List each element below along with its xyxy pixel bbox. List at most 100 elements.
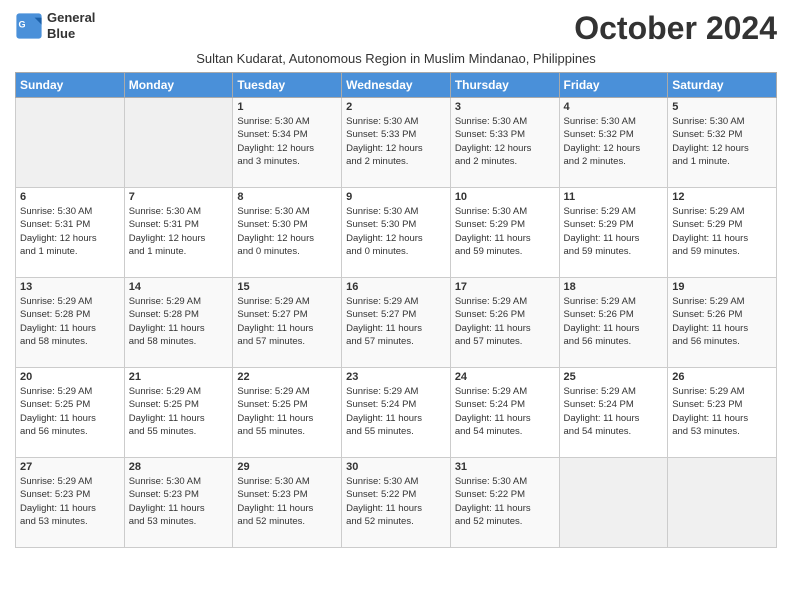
day-cell: 31 Sunrise: 5:30 AM Sunset: 5:22 PM Dayli… <box>450 458 559 548</box>
day-info: Sunrise: 5:29 AM Sunset: 5:29 PM Dayligh… <box>672 205 772 258</box>
day-info: Sunrise: 5:30 AM Sunset: 5:30 PM Dayligh… <box>237 205 337 258</box>
day-info: Sunrise: 5:30 AM Sunset: 5:33 PM Dayligh… <box>455 115 555 168</box>
day-number: 19 <box>672 281 772 293</box>
day-cell: 3 Sunrise: 5:30 AM Sunset: 5:33 PM Daylig… <box>450 98 559 188</box>
day-cell: 28 Sunrise: 5:30 AM Sunset: 5:23 PM Dayli… <box>124 458 233 548</box>
day-cell: 18 Sunrise: 5:29 AM Sunset: 5:26 PM Dayli… <box>559 278 668 368</box>
week-row-2: 6 Sunrise: 5:30 AM Sunset: 5:31 PM Daylig… <box>16 188 777 278</box>
month-title: October 2024 <box>574 10 777 47</box>
day-number: 7 <box>129 191 229 203</box>
day-cell: 30Sunrise: 5:30 AM Sunset: 5:22 PM Dayli… <box>342 458 451 548</box>
day-cell: 6 Sunrise: 5:30 AM Sunset: 5:31 PM Daylig… <box>16 188 125 278</box>
day-cell: 25Sunrise: 5:29 AM Sunset: 5:24 PM Dayli… <box>559 368 668 458</box>
header-tuesday: Tuesday <box>233 73 342 98</box>
day-info: Sunrise: 5:30 AM Sunset: 5:32 PM Dayligh… <box>672 115 772 168</box>
day-number: 4 <box>564 101 664 113</box>
day-cell: 2Sunrise: 5:30 AM Sunset: 5:33 PM Daylig… <box>342 98 451 188</box>
day-info: Sunrise: 5:29 AM Sunset: 5:24 PM Dayligh… <box>455 385 555 438</box>
day-number: 17 <box>455 281 555 293</box>
day-info: Sunrise: 5:29 AM Sunset: 5:24 PM Dayligh… <box>346 385 446 438</box>
day-cell <box>124 98 233 188</box>
day-cell <box>668 458 777 548</box>
day-info: Sunrise: 5:30 AM Sunset: 5:23 PM Dayligh… <box>237 475 337 528</box>
header-saturday: Saturday <box>668 73 777 98</box>
day-info: Sunrise: 5:30 AM Sunset: 5:29 PM Dayligh… <box>455 205 555 258</box>
day-number: 18 <box>564 281 664 293</box>
day-info: Sunrise: 5:29 AM Sunset: 5:27 PM Dayligh… <box>237 295 337 348</box>
day-info: Sunrise: 5:29 AM Sunset: 5:23 PM Dayligh… <box>20 475 120 528</box>
day-number: 16 <box>346 281 446 293</box>
day-info: Sunrise: 5:29 AM Sunset: 5:24 PM Dayligh… <box>564 385 664 438</box>
day-number: 23 <box>346 371 446 383</box>
calendar-table: SundayMondayTuesdayWednesdayThursdayFrid… <box>15 72 777 548</box>
day-number: 11 <box>564 191 664 203</box>
day-number: 8 <box>237 191 337 203</box>
day-cell: 15 Sunrise: 5:29 AM Sunset: 5:27 PM Dayli… <box>233 278 342 368</box>
week-row-1: 1 Sunrise: 5:30 AM Sunset: 5:34 PM Daylig… <box>16 98 777 188</box>
header-monday: Monday <box>124 73 233 98</box>
header-thursday: Thursday <box>450 73 559 98</box>
day-number: 1 <box>237 101 337 113</box>
day-info: Sunrise: 5:30 AM Sunset: 5:34 PM Dayligh… <box>237 115 337 168</box>
logo-text: General Blue <box>47 10 95 41</box>
day-number: 20 <box>20 371 120 383</box>
header-friday: Friday <box>559 73 668 98</box>
day-number: 13 <box>20 281 120 293</box>
day-info: Sunrise: 5:30 AM Sunset: 5:22 PM Dayligh… <box>346 475 446 528</box>
header-wednesday: Wednesday <box>342 73 451 98</box>
day-info: Sunrise: 5:29 AM Sunset: 5:25 PM Dayligh… <box>20 385 120 438</box>
day-number: 27 <box>20 461 120 473</box>
day-number: 26 <box>672 371 772 383</box>
day-info: Sunrise: 5:29 AM Sunset: 5:28 PM Dayligh… <box>20 295 120 348</box>
day-info: Sunrise: 5:30 AM Sunset: 5:23 PM Dayligh… <box>129 475 229 528</box>
day-number: 14 <box>129 281 229 293</box>
day-number: 28 <box>129 461 229 473</box>
day-number: 21 <box>129 371 229 383</box>
day-number: 6 <box>20 191 120 203</box>
day-cell: 1 Sunrise: 5:30 AM Sunset: 5:34 PM Daylig… <box>233 98 342 188</box>
day-cell: 24 Sunrise: 5:29 AM Sunset: 5:24 PM Dayli… <box>450 368 559 458</box>
week-row-3: 13 Sunrise: 5:29 AM Sunset: 5:28 PM Dayli… <box>16 278 777 368</box>
header-sunday: Sunday <box>16 73 125 98</box>
day-info: Sunrise: 5:30 AM Sunset: 5:31 PM Dayligh… <box>20 205 120 258</box>
day-info: Sunrise: 5:29 AM Sunset: 5:26 PM Dayligh… <box>455 295 555 348</box>
day-number: 24 <box>455 371 555 383</box>
day-cell: 8 Sunrise: 5:30 AM Sunset: 5:30 PM Daylig… <box>233 188 342 278</box>
day-number: 10 <box>455 191 555 203</box>
day-info: Sunrise: 5:29 AM Sunset: 5:26 PM Dayligh… <box>672 295 772 348</box>
day-cell: 12 Sunrise: 5:29 AM Sunset: 5:29 PM Dayli… <box>668 188 777 278</box>
page-header: G General Blue October 2024 <box>15 10 777 47</box>
day-number: 12 <box>672 191 772 203</box>
day-cell <box>559 458 668 548</box>
day-info: Sunrise: 5:29 AM Sunset: 5:25 PM Dayligh… <box>237 385 337 438</box>
day-cell: 16 Sunrise: 5:29 AM Sunset: 5:27 PM Dayli… <box>342 278 451 368</box>
day-number: 5 <box>672 101 772 113</box>
day-cell: 20 Sunrise: 5:29 AM Sunset: 5:25 PM Dayli… <box>16 368 125 458</box>
day-cell: 11 Sunrise: 5:29 AM Sunset: 5:29 PM Dayli… <box>559 188 668 278</box>
week-row-4: 20 Sunrise: 5:29 AM Sunset: 5:25 PM Dayli… <box>16 368 777 458</box>
day-cell <box>16 98 125 188</box>
day-info: Sunrise: 5:30 AM Sunset: 5:30 PM Dayligh… <box>346 205 446 258</box>
day-cell: 5 Sunrise: 5:30 AM Sunset: 5:32 PM Daylig… <box>668 98 777 188</box>
day-number: 3 <box>455 101 555 113</box>
day-info: Sunrise: 5:30 AM Sunset: 5:31 PM Dayligh… <box>129 205 229 258</box>
day-cell: 29 Sunrise: 5:30 AM Sunset: 5:23 PM Dayli… <box>233 458 342 548</box>
week-row-5: 27 Sunrise: 5:29 AM Sunset: 5:23 PM Dayli… <box>16 458 777 548</box>
day-info: Sunrise: 5:29 AM Sunset: 5:26 PM Dayligh… <box>564 295 664 348</box>
day-number: 31 <box>455 461 555 473</box>
day-info: Sunrise: 5:30 AM Sunset: 5:22 PM Dayligh… <box>455 475 555 528</box>
header-row: SundayMondayTuesdayWednesdayThursdayFrid… <box>16 73 777 98</box>
day-info: Sunrise: 5:29 AM Sunset: 5:27 PM Dayligh… <box>346 295 446 348</box>
day-cell: 4 Sunrise: 5:30 AM Sunset: 5:32 PM Daylig… <box>559 98 668 188</box>
day-info: Sunrise: 5:29 AM Sunset: 5:25 PM Dayligh… <box>129 385 229 438</box>
day-cell: 23 Sunrise: 5:29 AM Sunset: 5:24 PM Dayli… <box>342 368 451 458</box>
day-info: Sunrise: 5:29 AM Sunset: 5:23 PM Dayligh… <box>672 385 772 438</box>
day-cell: 26 Sunrise: 5:29 AM Sunset: 5:23 PM Dayli… <box>668 368 777 458</box>
day-cell: 22Sunrise: 5:29 AM Sunset: 5:25 PM Dayli… <box>233 368 342 458</box>
logo-icon: G <box>15 12 43 40</box>
day-info: Sunrise: 5:29 AM Sunset: 5:29 PM Dayligh… <box>564 205 664 258</box>
day-number: 29 <box>237 461 337 473</box>
day-number: 9 <box>346 191 446 203</box>
day-info: Sunrise: 5:30 AM Sunset: 5:32 PM Dayligh… <box>564 115 664 168</box>
day-number: 15 <box>237 281 337 293</box>
